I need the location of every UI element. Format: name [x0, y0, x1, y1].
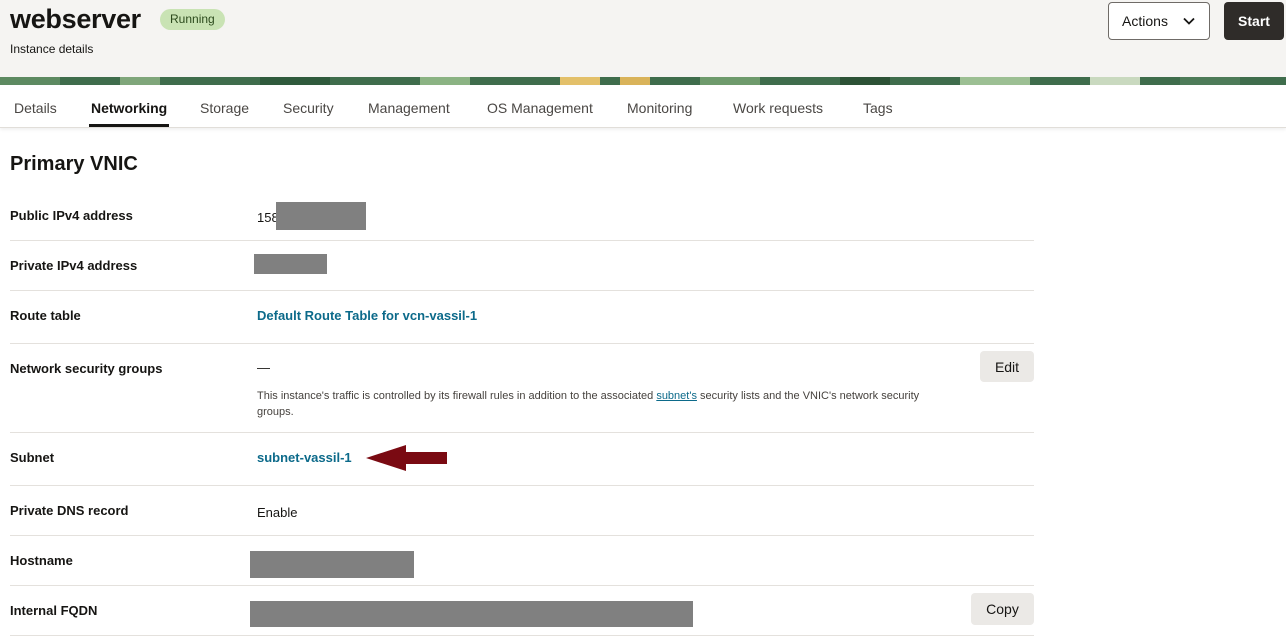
nsg-help-text: This instance's traffic is controlled by… [257, 388, 957, 420]
status-badge: Running [160, 9, 225, 30]
fqdn-label: Internal FQDN [10, 603, 98, 618]
subnet-link[interactable]: subnet-vassil-1 [257, 450, 352, 465]
tab-security[interactable]: Security [283, 100, 334, 116]
row-divider [10, 432, 1034, 433]
actions-button-label: Actions [1122, 13, 1168, 29]
nsg-help-text-start: This instance's traffic is controlled by… [257, 390, 657, 402]
tab-bar: Details Networking Storage Security Mana… [0, 86, 1286, 128]
private-dns-label: Private DNS record [10, 503, 129, 518]
tab-networking[interactable]: Networking [91, 100, 167, 116]
tab-tags[interactable]: Tags [863, 100, 893, 116]
redacted-hostname [250, 551, 414, 578]
public-ip-label: Public IPv4 address [10, 208, 133, 223]
row-divider [10, 343, 1034, 344]
subnet-label: Subnet [10, 450, 55, 465]
row-divider [10, 290, 1034, 291]
route-table-label: Route table [10, 308, 81, 323]
private-ip-label: Private IPv4 address [10, 258, 138, 273]
subnet-security-lists-link[interactable]: subnet's [656, 390, 697, 402]
redacted-public-ip [276, 202, 366, 230]
tab-storage[interactable]: Storage [200, 100, 249, 116]
page-header: webserver Running Instance details Actio… [0, 0, 1286, 78]
copy-fqdn-button[interactable]: Copy [971, 593, 1034, 625]
nsg-value: — [257, 360, 270, 375]
red-arrow-icon [366, 445, 447, 471]
row-divider [10, 485, 1034, 486]
redacted-private-ip [254, 254, 327, 274]
decorative-banner [0, 77, 1286, 85]
actions-button[interactable]: Actions [1108, 2, 1210, 40]
private-dns-value: Enable [257, 505, 298, 520]
tab-details[interactable]: Details [14, 100, 57, 116]
chevron-down-icon [1183, 17, 1195, 25]
page-title: webserver [10, 4, 141, 34]
hostname-label: Hostname [10, 553, 73, 568]
row-divider [10, 635, 1034, 636]
nsg-label: Network security groups [10, 361, 163, 376]
route-table-link[interactable]: Default Route Table for vcn-vassil-1 [257, 308, 477, 323]
tab-work-requests[interactable]: Work requests [733, 100, 823, 116]
row-divider [10, 585, 1034, 586]
redacted-fqdn [250, 601, 693, 627]
row-divider [10, 535, 1034, 536]
page-subtitle: Instance details [10, 42, 94, 56]
start-button[interactable]: Start [1224, 2, 1284, 40]
section-title: Primary VNIC [10, 153, 138, 175]
tab-monitoring[interactable]: Monitoring [627, 100, 692, 116]
tab-os-management[interactable]: OS Management [487, 100, 593, 116]
tab-management[interactable]: Management [368, 100, 450, 116]
active-tab-indicator [89, 124, 169, 127]
row-divider [10, 240, 1034, 241]
edit-nsg-button[interactable]: Edit [980, 351, 1034, 382]
